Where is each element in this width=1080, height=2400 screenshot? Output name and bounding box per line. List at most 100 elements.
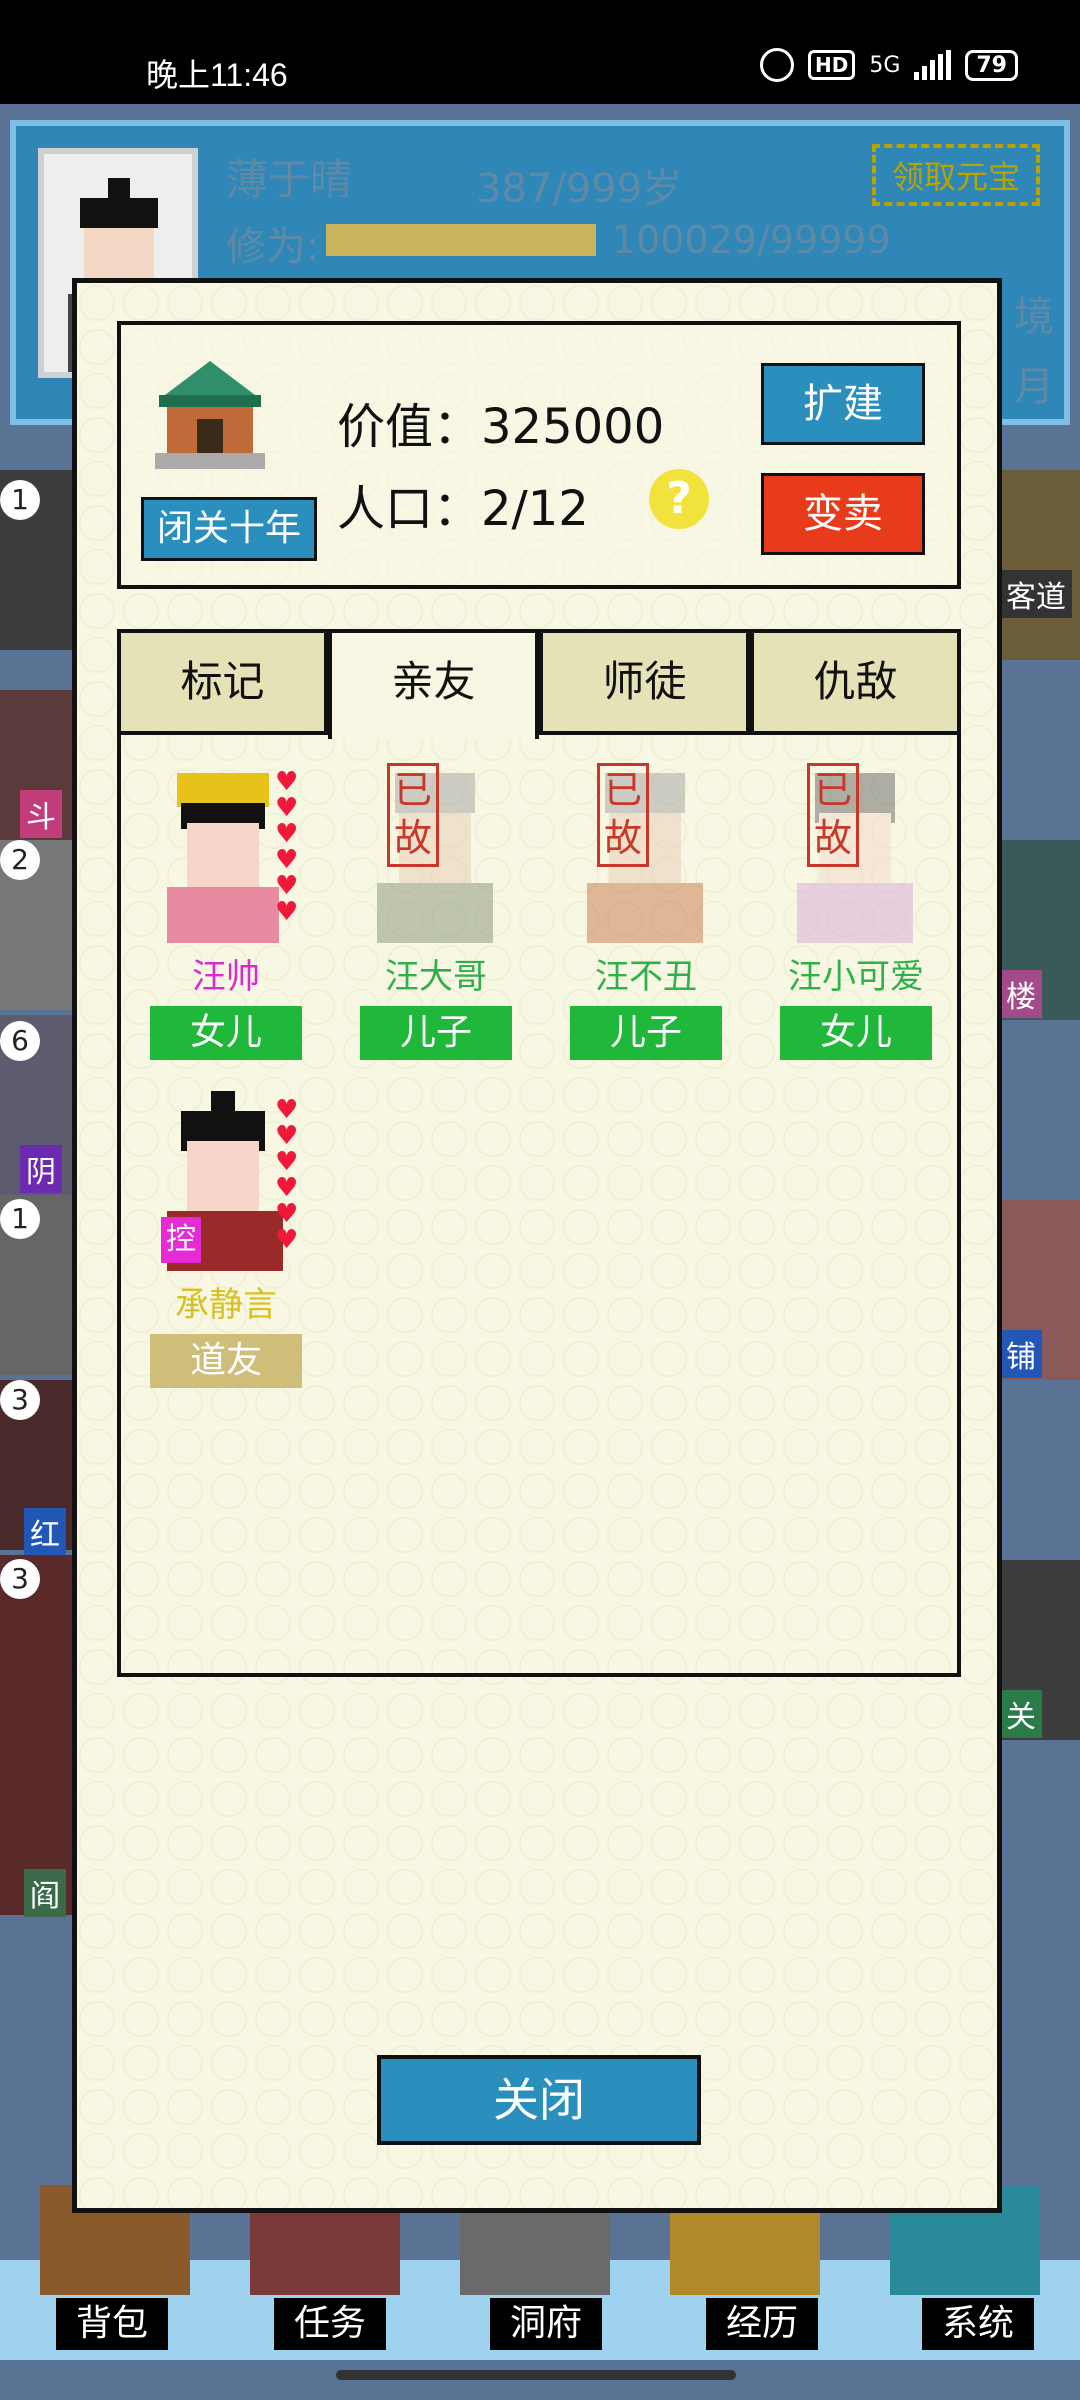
player-name: 薄于晴 (226, 155, 353, 204)
member-card[interactable]: 控 ♥ ♥ ♥ ♥ ♥ ♥ 承静言 道友 (141, 1091, 311, 1388)
tab-master-disciple[interactable]: 师徒 (539, 629, 750, 735)
help-icon[interactable]: ? (649, 469, 709, 529)
network-label: 5G (869, 52, 901, 78)
side-tile[interactable]: 6阴 (0, 1015, 80, 1195)
tile-count: 1 (0, 1199, 40, 1239)
seal-ten-years-button[interactable]: 闭关十年 (141, 497, 317, 561)
side-tile[interactable]: 1 (0, 470, 80, 650)
nav-tasks[interactable]: 任务 (274, 2298, 386, 2350)
heart-icon: ♥ (275, 767, 299, 797)
tile-tag: 阴 (20, 1145, 62, 1193)
hd-icon: HD (807, 50, 856, 80)
side-tile[interactable]: 3阎 (0, 1555, 80, 1917)
signal-icon (914, 50, 952, 80)
tile-count: 1 (0, 480, 40, 520)
side-tile[interactable]: 关 (1000, 1560, 1080, 1740)
member-relation: 道友 (150, 1334, 302, 1388)
cultivation-value: 100029/99999 (612, 218, 891, 262)
pavilion-icon (145, 361, 275, 481)
side-tile[interactable]: 铺 (1000, 1200, 1080, 1380)
tile-count: 3 (0, 1559, 40, 1599)
side-tile[interactable]: 客道 (1000, 470, 1080, 660)
nav-system[interactable]: 系统 (922, 2298, 1034, 2350)
heart-icon: ♥ (275, 1121, 299, 1151)
tile-count: 2 (0, 840, 40, 880)
affection-hearts: ♥ ♥ ♥ ♥ ♥ ♥ (275, 1097, 301, 1253)
claim-ingot-button[interactable]: 领取元宝 (871, 144, 1040, 206)
member-card[interactable]: 已故 汪大哥 儿子 (351, 763, 521, 1060)
expand-button[interactable]: 扩建 (761, 363, 925, 445)
controlled-badge: 控 (161, 1217, 201, 1263)
affection-hearts: ♥ ♥ ♥ ♥ ♥ ♥ (275, 769, 301, 925)
heart-icon: ♥ (275, 793, 299, 823)
tile-tag: 关 (1000, 1690, 1042, 1738)
member-relation: 女儿 (150, 1006, 302, 1060)
member-avatar: 控 ♥ ♥ ♥ ♥ ♥ ♥ (151, 1091, 301, 1271)
member-name: 汪帅 (192, 957, 260, 997)
heart-icon: ♥ (275, 819, 299, 849)
deceased-stamp: 已故 (387, 763, 439, 867)
month-label: 月 (1014, 364, 1054, 410)
heart-icon: ♥ (275, 1199, 299, 1229)
battery-icon: 79 (965, 49, 1018, 81)
status-time: 晚上11:46 (146, 57, 288, 93)
side-tile[interactable]: 1 (0, 1195, 80, 1375)
status-icons: HD 5G 79 (759, 48, 1018, 82)
tab-enemies[interactable]: 仇敌 (750, 629, 961, 735)
status-bar: 晚上11:46 HD 5G 79 (0, 0, 1080, 104)
nav-backpack[interactable]: 背包 (56, 2298, 168, 2350)
heart-icon: ♥ (275, 1095, 299, 1125)
tile-tag: 铺 (1000, 1330, 1042, 1378)
tile-tag: 斗 (20, 790, 62, 838)
cultivation-bar (326, 224, 596, 256)
realm-label: 境 (1014, 294, 1054, 340)
cave-info-panel: 闭关十年 价值：325000 人口：2/12 ? 扩建 变卖 (117, 321, 961, 589)
member-avatar: 已故 (571, 763, 721, 943)
member-avatar: 已故 (781, 763, 931, 943)
close-button[interactable]: 关闭 (377, 2055, 701, 2145)
heart-icon: ♥ (275, 897, 299, 927)
heart-icon: ♥ (275, 1225, 299, 1255)
cultivation-label: 修为: (226, 224, 320, 270)
member-card[interactable]: 已故 汪不丑 儿子 (561, 763, 731, 1060)
tile-count: 3 (0, 1380, 40, 1420)
tab-family[interactable]: 亲友 (328, 629, 539, 739)
heart-icon: ♥ (275, 1147, 299, 1177)
member-grid: ♥ ♥ ♥ ♥ ♥ ♥ 汪帅 女儿 已故 汪大哥 儿子 已故 汪不丑 儿子 已 … (117, 731, 961, 1677)
tile-tag: 阎 (24, 1869, 66, 1917)
member-relation: 儿子 (360, 1006, 512, 1060)
cave-house-dialog: 闭关十年 价值：325000 人口：2/12 ? 扩建 变卖 标记 亲友 师徒 … (72, 278, 1002, 2213)
sell-button[interactable]: 变卖 (761, 473, 925, 555)
nav-cave-house[interactable]: 洞府 (490, 2298, 602, 2350)
member-name: 汪小可爱 (788, 957, 924, 997)
side-tile[interactable]: 2 (0, 840, 80, 1010)
side-tile[interactable]: 3红 (0, 1380, 80, 1556)
home-indicator[interactable] (336, 2370, 736, 2380)
member-card[interactable]: 已故 汪小可爱 女儿 (771, 763, 941, 1060)
heart-icon: ♥ (275, 1173, 299, 1203)
member-avatar: 已故 (361, 763, 511, 943)
side-tile[interactable]: 楼 (1000, 840, 1080, 1020)
member-name: 汪大哥 (385, 957, 487, 997)
side-tile[interactable]: 斗 (0, 690, 80, 840)
tile-tag: 红 (24, 1508, 66, 1556)
member-name: 承静言 (175, 1285, 277, 1325)
deceased-stamp: 已故 (597, 763, 649, 867)
member-relation: 儿子 (570, 1006, 722, 1060)
member-avatar: ♥ ♥ ♥ ♥ ♥ ♥ (151, 763, 301, 943)
player-age: 387/999岁 (476, 166, 683, 212)
population-label: 人口：2/12 (337, 481, 589, 537)
member-card[interactable]: ♥ ♥ ♥ ♥ ♥ ♥ 汪帅 女儿 (141, 763, 311, 1060)
value-label: 价值：325000 (337, 399, 665, 455)
heart-icon: ♥ (275, 845, 299, 875)
heart-icon: ♥ (275, 871, 299, 901)
relation-tabs: 标记 亲友 师徒 仇敌 (117, 629, 961, 739)
tab-marks[interactable]: 标记 (117, 629, 328, 735)
tile-tag: 客道 (1000, 570, 1072, 618)
tile-count: 6 (0, 1021, 40, 1061)
tile-tag: 楼 (1000, 970, 1042, 1018)
deceased-stamp: 已故 (807, 763, 859, 867)
member-relation: 女儿 (780, 1006, 932, 1060)
nav-history[interactable]: 经历 (706, 2298, 818, 2350)
alarm-icon (759, 48, 794, 82)
